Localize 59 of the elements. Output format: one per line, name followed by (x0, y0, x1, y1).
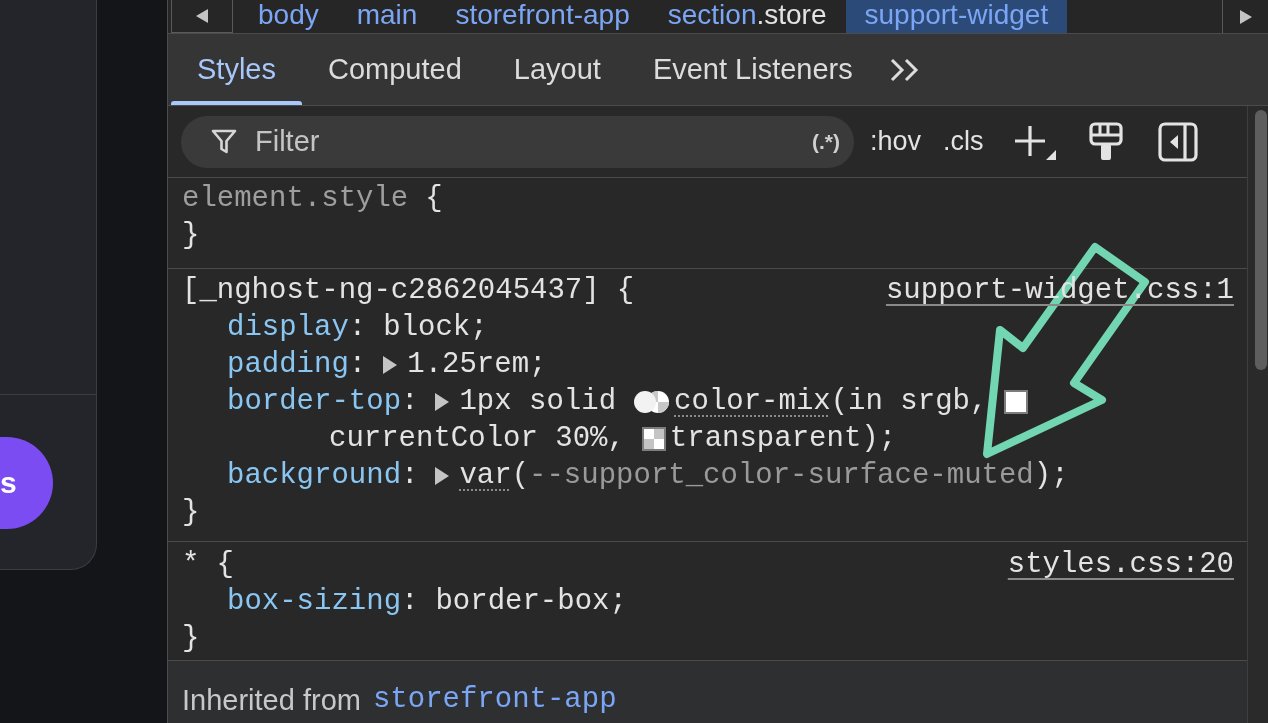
css-value: transparent); (669, 420, 897, 457)
css-property: box-sizing: (227, 583, 419, 620)
css-property: padding: (227, 346, 367, 383)
css-function: color-mix (674, 383, 831, 420)
regex-toggle[interactable]: (.*) (812, 125, 840, 158)
scrollbar[interactable] (1247, 106, 1268, 723)
open-brace: { (616, 272, 635, 309)
transparent-swatch-icon (641, 426, 666, 451)
sidebar-toggle-button[interactable] (1157, 121, 1198, 162)
sidebar-toggle-icon (1157, 121, 1198, 162)
css-value: currentColor 30%, (329, 420, 625, 457)
expand-triangle-icon[interactable] (435, 466, 450, 485)
close-brace: } (182, 217, 200, 254)
filter-field[interactable]: Filter (.*) (181, 115, 854, 168)
close-brace: } (182, 494, 200, 531)
brush-icon (1087, 121, 1124, 162)
scroll-left-button[interactable] (171, 0, 233, 33)
css-property: background: (227, 457, 419, 494)
css-value: border-box; (435, 583, 627, 620)
source-link[interactable]: styles.css:20 (1007, 542, 1234, 587)
breadcrumb-item[interactable]: support-widget (845, 0, 1068, 33)
css-variable: --support_color-surface-muted (529, 457, 1034, 494)
panel-tab[interactable]: Computed (302, 34, 488, 105)
color-mix-swatch-icon (633, 389, 672, 414)
css-value: 1px solid (459, 383, 617, 420)
expand-triangle-icon[interactable] (435, 392, 450, 411)
brush-button[interactable] (1087, 121, 1124, 162)
css-property: display: (227, 309, 367, 346)
close-brace: } (182, 620, 200, 657)
open-brace: { (425, 180, 443, 217)
css-function: var (459, 457, 512, 494)
breadcrumb-item[interactable]: body (239, 0, 338, 33)
scroll-left-icon (194, 9, 210, 23)
inherited-source-link[interactable]: storefront-app (372, 683, 617, 717)
css-value: 1.25rem; (407, 346, 547, 383)
panel-tab[interactable]: Event Listeners (626, 34, 879, 105)
expand-triangle-icon[interactable] (383, 355, 398, 374)
css-value: block; (383, 309, 488, 346)
breadcrumb-item[interactable]: storefront-app (436, 0, 649, 33)
css-value: (in srgb, (830, 383, 988, 420)
css-selector: [_nghost-ng-c2862045437] (182, 272, 600, 309)
state-toggle[interactable]: :hov (870, 121, 922, 162)
scroll-right-icon (1237, 9, 1254, 24)
filter-icon (211, 127, 237, 156)
css-value: ( (511, 457, 530, 494)
action-button[interactable]: s (0, 437, 53, 529)
css-selector: element.style (182, 180, 409, 217)
inherited-label: Inherited from (182, 683, 361, 717)
css-value: ); (1033, 457, 1069, 494)
panel-tab[interactable]: Styles (171, 34, 302, 105)
breadcrumb-item[interactable]: main (337, 0, 437, 33)
css-property: border-top: (227, 383, 419, 420)
state-toggle[interactable]: .cls (943, 121, 984, 162)
scrollbar-thumb[interactable] (1255, 110, 1267, 370)
css-selector: * (182, 546, 200, 583)
breadcrumb-item[interactable]: section.store (648, 0, 846, 33)
open-brace: { (216, 546, 234, 583)
double-chevron-icon (888, 56, 921, 83)
panel-tab[interactable]: Layout (487, 34, 627, 105)
